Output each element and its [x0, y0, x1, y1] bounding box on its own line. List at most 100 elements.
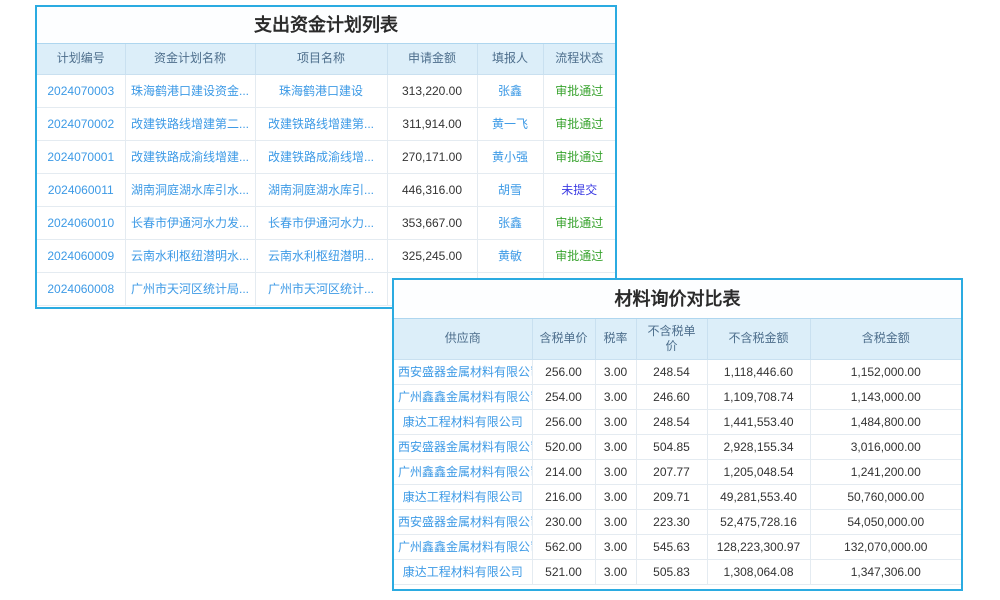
- table-row: 2024070001改建铁路成渝线增建...改建铁路成渝线增...270,171…: [37, 140, 615, 173]
- unit-price-no-tax-cell: 504.85: [636, 434, 707, 459]
- fund-plan-name-link[interactable]: 珠海鹤港口建设资金...: [125, 74, 255, 107]
- amount-with-tax-cell: 1,143,000.00: [810, 384, 961, 409]
- amount-no-tax-cell: 1,308,064.08: [707, 559, 810, 584]
- supplier-name-link[interactable]: 康达工程材料有限公司: [394, 409, 532, 434]
- material-quote-table-body: 西安盛器金属材料有限公司256.003.00248.541,118,446.60…: [394, 359, 961, 584]
- fund-plan-name-link[interactable]: 湖南洞庭湖水库引水...: [125, 173, 255, 206]
- unit-price-no-tax-cell: 209.71: [636, 484, 707, 509]
- column-header: 供应商: [394, 319, 532, 359]
- amount-no-tax-cell: 1,441,553.40: [707, 409, 810, 434]
- column-header: 不含税单价: [636, 319, 707, 359]
- unit-price-with-tax-cell: 256.00: [532, 409, 595, 434]
- column-header: 含税单价: [532, 319, 595, 359]
- fund-plan-name-link[interactable]: 广州市天河区统计局...: [125, 272, 255, 305]
- unit-price-no-tax-cell: 246.60: [636, 384, 707, 409]
- tax-rate-cell: 3.00: [595, 409, 636, 434]
- column-header: 计划编号: [37, 44, 125, 74]
- supplier-name-link[interactable]: 广州鑫鑫金属材料有限公司: [394, 459, 532, 484]
- unit-price-with-tax-cell: 216.00: [532, 484, 595, 509]
- unit-price-with-tax-cell: 521.00: [532, 559, 595, 584]
- supplier-name-link[interactable]: 西安盛器金属材料有限公司: [394, 509, 532, 534]
- plan-id-link[interactable]: 2024070001: [37, 140, 125, 173]
- material-quote-table-panel: 材料询价对比表 供应商含税单价税率不含税单价不含税金额含税金额 西安盛器金属材料…: [392, 278, 963, 591]
- column-header: 含税金额: [810, 319, 961, 359]
- project-name-link[interactable]: 珠海鹤港口建设: [255, 74, 387, 107]
- table-row: 广州鑫鑫金属材料有限公司562.003.00545.63128,223,300.…: [394, 534, 961, 559]
- expense-plan-header-row: 计划编号资金计划名称项目名称申请金额填报人流程状态: [37, 44, 615, 74]
- unit-price-with-tax-cell: 256.00: [532, 359, 595, 384]
- amount-with-tax-cell: 50,760,000.00: [810, 484, 961, 509]
- request-amount-cell: 325,245.00: [387, 239, 477, 272]
- supplier-name-link[interactable]: 康达工程材料有限公司: [394, 484, 532, 509]
- project-name-link[interactable]: 云南水利枢纽潜明...: [255, 239, 387, 272]
- column-header: 税率: [595, 319, 636, 359]
- amount-with-tax-cell: 54,050,000.00: [810, 509, 961, 534]
- plan-id-link[interactable]: 2024070003: [37, 74, 125, 107]
- table-row: 康达工程材料有限公司256.003.00248.541,441,553.401,…: [394, 409, 961, 434]
- table-row: 康达工程材料有限公司216.003.00209.7149,281,553.405…: [394, 484, 961, 509]
- workflow-status-cell: 审批通过: [543, 239, 615, 272]
- column-header: 申请金额: [387, 44, 477, 74]
- column-header: 资金计划名称: [125, 44, 255, 74]
- table-row: 康达工程材料有限公司521.003.00505.831,308,064.081,…: [394, 559, 961, 584]
- plan-id-link[interactable]: 2024070002: [37, 107, 125, 140]
- reporter-cell: 张鑫: [477, 74, 543, 107]
- project-name-link[interactable]: 长春市伊通河水力...: [255, 206, 387, 239]
- tax-rate-cell: 3.00: [595, 359, 636, 384]
- reporter-cell: 胡雪: [477, 173, 543, 206]
- tax-rate-cell: 3.00: [595, 509, 636, 534]
- project-name-link[interactable]: 湖南洞庭湖水库引...: [255, 173, 387, 206]
- fund-plan-name-link[interactable]: 长春市伊通河水力发...: [125, 206, 255, 239]
- request-amount-cell: 270,171.00: [387, 140, 477, 173]
- supplier-name-link[interactable]: 西安盛器金属材料有限公司: [394, 359, 532, 384]
- table-row: 西安盛器金属材料有限公司256.003.00248.541,118,446.60…: [394, 359, 961, 384]
- tax-rate-cell: 3.00: [595, 534, 636, 559]
- amount-no-tax-cell: 49,281,553.40: [707, 484, 810, 509]
- workflow-status-cell: 审批通过: [543, 140, 615, 173]
- project-name-link[interactable]: 广州市天河区统计...: [255, 272, 387, 305]
- project-name-link[interactable]: 改建铁路成渝线增...: [255, 140, 387, 173]
- expense-plan-table-body: 2024070003珠海鹤港口建设资金...珠海鹤港口建设313,220.00张…: [37, 74, 615, 305]
- unit-price-no-tax-cell: 505.83: [636, 559, 707, 584]
- unit-price-no-tax-cell: 223.30: [636, 509, 707, 534]
- reporter-cell: 黄小强: [477, 140, 543, 173]
- project-name-link[interactable]: 改建铁路线增建第...: [255, 107, 387, 140]
- workflow-status-cell: 审批通过: [543, 107, 615, 140]
- workflow-status-cell: 未提交: [543, 173, 615, 206]
- table-row: 2024070002改建铁路线增建第二...改建铁路线增建第...311,914…: [37, 107, 615, 140]
- supplier-name-link[interactable]: 广州鑫鑫金属材料有限公司: [394, 534, 532, 559]
- fund-plan-name-link[interactable]: 云南水利枢纽潜明水...: [125, 239, 255, 272]
- reporter-cell: 黄敏: [477, 239, 543, 272]
- unit-price-no-tax-cell: 248.54: [636, 409, 707, 434]
- workflow-status-cell: 审批通过: [543, 74, 615, 107]
- table-row: 2024060011湖南洞庭湖水库引水...湖南洞庭湖水库引...446,316…: [37, 173, 615, 206]
- fund-plan-name-link[interactable]: 改建铁路成渝线增建...: [125, 140, 255, 173]
- material-quote-header-row: 供应商含税单价税率不含税单价不含税金额含税金额: [394, 319, 961, 359]
- plan-id-link[interactable]: 2024060009: [37, 239, 125, 272]
- expense-plan-table-panel: 支出资金计划列表 计划编号资金计划名称项目名称申请金额填报人流程状态 20240…: [35, 5, 617, 309]
- table-row: 广州鑫鑫金属材料有限公司214.003.00207.771,205,048.54…: [394, 459, 961, 484]
- reporter-cell: 张鑫: [477, 206, 543, 239]
- unit-price-with-tax-cell: 254.00: [532, 384, 595, 409]
- table-row: 2024060009云南水利枢纽潜明水...云南水利枢纽潜明...325,245…: [37, 239, 615, 272]
- supplier-name-link[interactable]: 广州鑫鑫金属材料有限公司: [394, 384, 532, 409]
- request-amount-cell: 353,667.00: [387, 206, 477, 239]
- table-row: 2024070003珠海鹤港口建设资金...珠海鹤港口建设313,220.00张…: [37, 74, 615, 107]
- table-row: 2024060010长春市伊通河水力发...长春市伊通河水力...353,667…: [37, 206, 615, 239]
- expense-plan-table: 计划编号资金计划名称项目名称申请金额填报人流程状态 2024070003珠海鹤港…: [37, 44, 615, 306]
- page: 支出资金计划列表 计划编号资金计划名称项目名称申请金额填报人流程状态 20240…: [0, 0, 1000, 600]
- plan-id-link[interactable]: 2024060010: [37, 206, 125, 239]
- amount-no-tax-cell: 1,205,048.54: [707, 459, 810, 484]
- supplier-name-link[interactable]: 西安盛器金属材料有限公司: [394, 434, 532, 459]
- plan-id-link[interactable]: 2024060011: [37, 173, 125, 206]
- amount-with-tax-cell: 132,070,000.00: [810, 534, 961, 559]
- unit-price-with-tax-cell: 520.00: [532, 434, 595, 459]
- unit-price-with-tax-cell: 214.00: [532, 459, 595, 484]
- amount-no-tax-cell: 2,928,155.34: [707, 434, 810, 459]
- amount-with-tax-cell: 1,484,800.00: [810, 409, 961, 434]
- column-header: 填报人: [477, 44, 543, 74]
- workflow-status-cell: 审批通过: [543, 206, 615, 239]
- supplier-name-link[interactable]: 康达工程材料有限公司: [394, 559, 532, 584]
- plan-id-link[interactable]: 2024060008: [37, 272, 125, 305]
- fund-plan-name-link[interactable]: 改建铁路线增建第二...: [125, 107, 255, 140]
